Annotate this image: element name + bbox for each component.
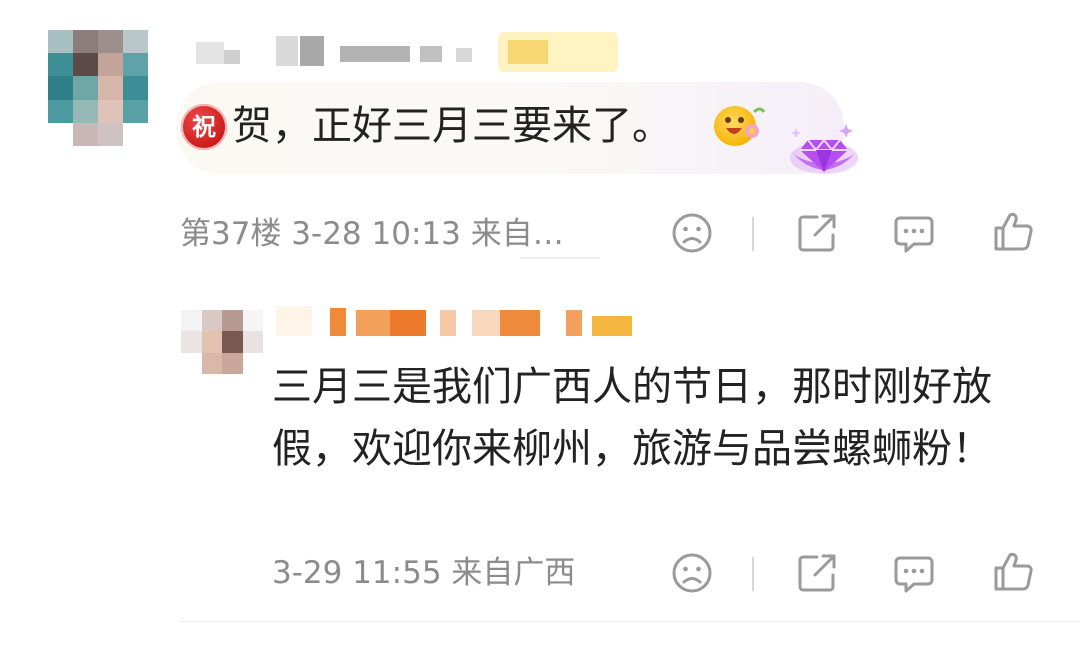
share-icon[interactable]	[795, 551, 839, 595]
reply-meta: 3-29 11:55 来自广西	[272, 555, 576, 591]
replier-avatar[interactable]	[181, 310, 263, 374]
zhu-badge-icon: 祝	[181, 104, 227, 150]
replier-name-blurred[interactable]	[272, 300, 642, 342]
commenter-name-blurred[interactable]	[190, 32, 630, 78]
action-divider	[752, 557, 754, 591]
like-thumb-icon[interactable]	[992, 549, 1036, 593]
dislike-face-icon[interactable]	[670, 551, 714, 595]
meta-underline	[520, 257, 600, 259]
comment-icon[interactable]	[892, 551, 936, 595]
action-divider	[752, 217, 754, 251]
comment-text: 贺，正好三月三要来了。	[232, 103, 672, 149]
reply-text: 三月三是我们广西人的节日，那时刚好放假，欢迎你来柳州，旅游与品尝螺蛳粉！	[272, 364, 992, 472]
comment-meta: 第37楼 3-28 10:13 来自…	[180, 216, 564, 252]
dislike-face-icon[interactable]	[670, 211, 714, 255]
separator-line	[180, 621, 1080, 622]
smiling-face-flower-icon	[714, 106, 766, 146]
diamond-gem-badge-icon	[786, 118, 862, 180]
commenter-avatar[interactable]	[48, 30, 148, 146]
share-icon[interactable]	[795, 211, 839, 255]
comment-icon[interactable]	[892, 211, 936, 255]
like-thumb-icon[interactable]	[992, 209, 1036, 253]
